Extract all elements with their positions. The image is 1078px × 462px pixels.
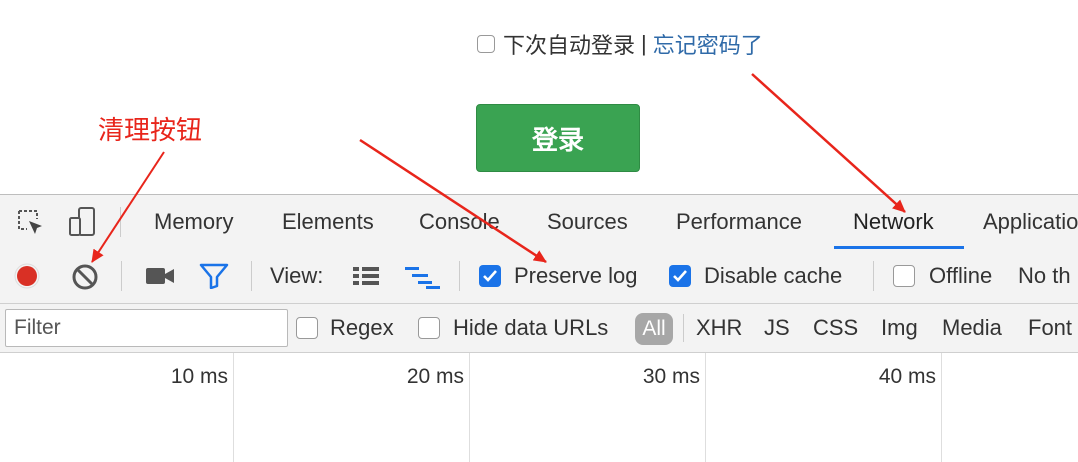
network-timeline: 10 ms 20 ms 30 ms 40 ms [0, 353, 1078, 462]
disable-cache-label[interactable]: Disable cache [704, 249, 842, 303]
tab-memory[interactable]: Memory [154, 195, 233, 249]
separator: | [641, 31, 647, 56]
checkmark-icon [673, 270, 687, 282]
inspect-element-icon[interactable] [16, 208, 46, 238]
tab-application[interactable]: Applicatio [983, 195, 1078, 249]
type-filter-media[interactable]: Media [942, 304, 1002, 352]
tab-console[interactable]: Console [419, 195, 500, 249]
regex-label[interactable]: Regex [330, 304, 394, 352]
regex-checkbox[interactable] [296, 317, 318, 339]
video-camera-icon[interactable] [145, 265, 175, 287]
filter-bar: Regex Hide data URLs All XHR JS CSS Img … [0, 304, 1078, 353]
type-filter-img[interactable]: Img [881, 304, 918, 352]
type-filter-all[interactable]: All [635, 313, 673, 345]
tab-performance[interactable]: Performance [676, 195, 802, 249]
record-icon[interactable] [13, 262, 41, 290]
timeline-tick: 20 ms [406, 365, 464, 388]
offline-checkbox[interactable] [893, 265, 915, 287]
filter-input[interactable] [5, 309, 288, 347]
devtools-tab-bar: Memory Elements Console Sources Performa… [0, 194, 1078, 250]
divider [120, 207, 121, 237]
arrow-to-network-tab [751, 73, 906, 213]
timeline-gridline [469, 353, 470, 462]
type-filter-css[interactable]: CSS [813, 304, 858, 352]
login-button[interactable]: 登录 [476, 104, 640, 172]
divider [251, 261, 252, 291]
tab-network[interactable]: Network [853, 195, 934, 249]
overview-waterfall-icon[interactable] [404, 265, 442, 289]
type-filter-font[interactable]: Font [1028, 304, 1072, 352]
view-label: View: [270, 263, 324, 288]
throttling-select[interactable]: No th [1018, 249, 1071, 303]
offline-label[interactable]: Offline [929, 249, 992, 303]
divider [873, 261, 874, 291]
large-rows-icon[interactable] [351, 265, 381, 287]
remember-me-checkbox[interactable] [477, 35, 495, 53]
filter-icon[interactable] [199, 263, 229, 289]
remember-me-label[interactable]: 下次自动登录 [503, 28, 635, 60]
device-toolbar-icon[interactable] [67, 206, 99, 238]
preserve-log-checkbox[interactable] [479, 265, 501, 287]
preserve-log-label[interactable]: Preserve log [514, 249, 638, 303]
forgot-password-link[interactable]: 忘记密码了 [653, 28, 763, 60]
hide-data-urls-checkbox[interactable] [418, 317, 440, 339]
tab-sources[interactable]: Sources [547, 195, 628, 249]
type-filter-js[interactable]: JS [764, 304, 790, 352]
timeline-gridline [941, 353, 942, 462]
divider [121, 261, 122, 291]
timeline-gridline [705, 353, 706, 462]
clear-icon[interactable] [71, 263, 99, 291]
remember-me-row: 下次自动登录 | 忘记密码了 [477, 30, 763, 58]
annotation-clear-button-label: 清理按钮 [98, 115, 203, 145]
disable-cache-checkbox[interactable] [669, 265, 691, 287]
type-filter-xhr[interactable]: XHR [696, 304, 742, 352]
checkmark-icon [483, 270, 497, 282]
timeline-tick: 30 ms [642, 365, 700, 388]
divider [683, 314, 684, 342]
timeline-tick: 10 ms [170, 365, 228, 388]
tab-elements[interactable]: Elements [282, 195, 374, 249]
divider [459, 261, 460, 291]
network-toolbar: View: Preserve log Disable cache Offline… [0, 249, 1078, 304]
timeline-gridline [233, 353, 234, 462]
hide-data-urls-label[interactable]: Hide data URLs [453, 304, 608, 352]
timeline-tick: 40 ms [878, 365, 936, 388]
